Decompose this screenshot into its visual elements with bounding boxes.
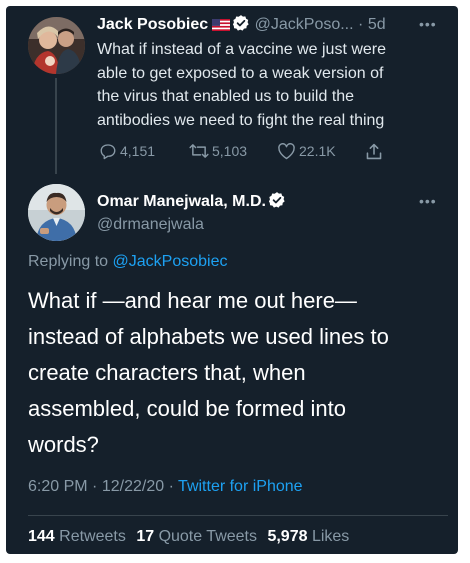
tweet-date[interactable]: 12/22/20	[102, 478, 164, 495]
retweet-icon	[189, 142, 209, 160]
reply-button[interactable]: 4,151	[99, 140, 155, 162]
quote-tweets-label: Quote Tweets	[158, 528, 257, 545]
main-name-row: Omar Manejwala, M.D.	[97, 191, 286, 216]
tweet-meta: 6:20 PM · 12/22/20 · Twitter for iPhone	[28, 476, 303, 498]
header-separator: ·	[358, 16, 364, 33]
share-icon	[365, 142, 383, 161]
tweet-card: Jack Posobiec @JackPoso... · 5d ••• What…	[6, 6, 458, 554]
parent-text-line: What if instead of a vaccine we just wer…	[97, 41, 387, 58]
main-text-line: What if —and hear me out here—	[28, 288, 357, 313]
thread-connector-line	[55, 78, 57, 174]
meta-separator: ·	[168, 478, 174, 495]
verified-badge-icon	[232, 14, 250, 39]
quote-tweets-stat[interactable]: 17 Quote Tweets	[136, 528, 257, 545]
like-count: 22.1K	[299, 143, 336, 159]
main-text-line: instead of alphabets we used lines to	[28, 324, 389, 349]
parent-tweet-text: What if instead of a vaccine we just wer…	[97, 38, 447, 132]
parent-display-name[interactable]: Jack Posobiec	[97, 16, 208, 33]
heart-icon	[277, 142, 296, 160]
parent-text-line: able to get exposed to a weak version of	[97, 64, 384, 82]
main-avatar-photo	[28, 184, 85, 241]
quote-tweets-count: 17	[136, 528, 155, 545]
main-text-line: words?	[28, 432, 99, 457]
retweet-button[interactable]: 5,103	[189, 140, 247, 162]
main-tweet-text: What if —and hear me out here— instead o…	[28, 283, 448, 463]
retweets-label: Retweets	[59, 528, 126, 545]
tweet-time[interactable]: 6:20 PM	[28, 478, 88, 495]
parent-action-bar: 4,151 5,103 22.1K	[97, 140, 397, 162]
retweets-stat[interactable]: 144 Retweets	[28, 528, 126, 545]
like-button[interactable]: 22.1K	[277, 140, 336, 162]
main-display-name[interactable]: Omar Manejwala, M.D.	[97, 193, 266, 210]
share-button[interactable]	[365, 140, 383, 162]
retweet-count: 5,103	[212, 143, 248, 159]
replying-to-link[interactable]: @JackPosobiec	[113, 253, 228, 270]
replying-to-prefix: Replying to	[28, 253, 109, 270]
main-avatar[interactable]	[28, 184, 85, 241]
likes-count: 5,978	[267, 528, 308, 545]
parent-avatar[interactable]	[28, 17, 85, 74]
more-dots-icon[interactable]: •••	[419, 193, 437, 209]
replying-to-line: Replying to @JackPosobiec	[28, 251, 227, 273]
parent-text-line: the virus that enabled us to build the	[97, 88, 355, 105]
main-text-line: assembled, could be formed into	[28, 396, 346, 421]
main-handle[interactable]: @drmanejwala	[97, 214, 204, 236]
reply-bubble-icon	[99, 142, 117, 160]
reply-count: 4,151	[120, 143, 156, 159]
engagement-stats: 144 Retweets 17 Quote Tweets 5,978 Likes	[28, 526, 349, 548]
likes-label: Likes	[311, 528, 350, 545]
stats-divider	[28, 515, 448, 516]
parent-tweet-header: Jack Posobiec @JackPoso... · 5d	[97, 14, 447, 36]
likes-stat[interactable]: 5,978 Likes	[267, 528, 349, 545]
us-flag-icon	[212, 16, 231, 38]
verified-badge-icon	[268, 191, 286, 216]
retweets-count: 144	[28, 528, 55, 545]
parent-handle[interactable]: @JackPoso...	[255, 16, 354, 33]
main-text-line: create characters that, when	[28, 360, 306, 385]
tweet-source-link[interactable]: Twitter for iPhone	[178, 478, 303, 495]
more-dots-icon[interactable]: •••	[419, 16, 437, 32]
parent-time-ago[interactable]: 5d	[368, 16, 386, 33]
parent-text-line: antibodies we need to fight the real thi…	[97, 111, 385, 129]
meta-separator: ·	[92, 478, 98, 495]
parent-avatar-photo	[28, 17, 85, 74]
